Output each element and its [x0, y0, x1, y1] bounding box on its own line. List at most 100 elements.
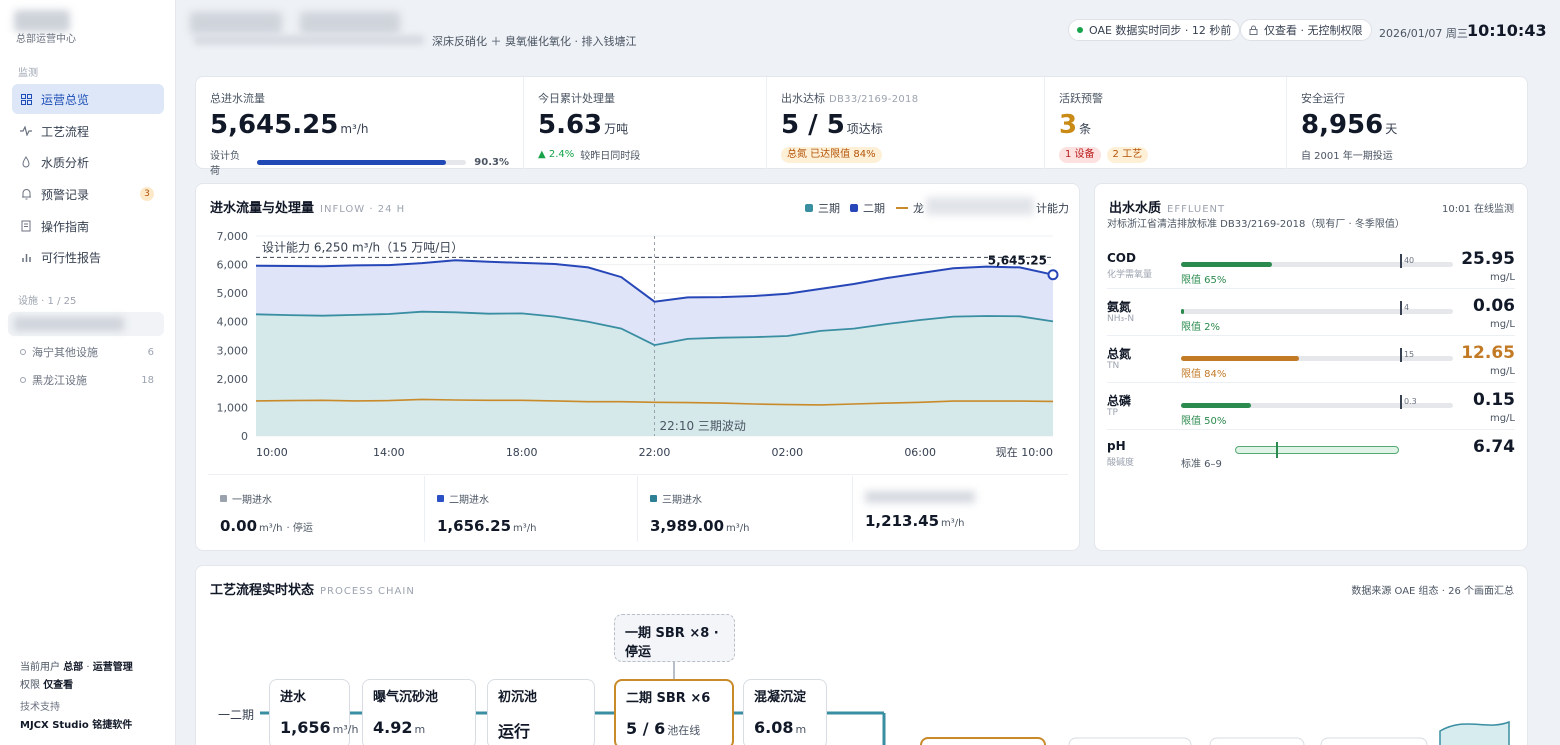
limit-pct: 限值 84%	[1181, 369, 1227, 380]
design-load-bar	[257, 159, 467, 165]
current-point	[1047, 269, 1059, 281]
facility-dot-icon	[20, 349, 26, 355]
param-value: 25.95	[1461, 249, 1515, 269]
nav-item-overview[interactable]: 运营总览	[12, 84, 164, 114]
y-tick-label: 6,000	[217, 259, 249, 272]
effluent-row-2[interactable]: 总氮 TN 15 限值 84% 12.65 mg/L	[1107, 336, 1515, 383]
nav-item-water-quality[interactable]: 水质分析	[12, 147, 164, 177]
param-name: pH	[1107, 439, 1126, 453]
effluent-row-0[interactable]: COD 化学需氧量 40 限值 65% 25.95 mg/L	[1107, 242, 1515, 289]
facility-count: 6	[147, 346, 154, 358]
facility-item-heilongjiang[interactable]: 黑龙江设施 18	[12, 368, 164, 392]
x-tick-label: 18:00	[506, 446, 538, 459]
current-user: 当前用户 总部 · 运营管理	[20, 662, 133, 673]
phase1-inflow: 一期进水 0.00 m³/h · 停运	[220, 495, 313, 535]
nav-label: 可行性报告	[41, 250, 102, 265]
ph-range-bar	[1235, 446, 1399, 454]
node-phase1-sbr[interactable]: 一期 SBR ×8 · 停运	[614, 614, 735, 662]
limit-pct: 限值 50%	[1181, 416, 1227, 427]
param-unit: mg/L	[1489, 413, 1515, 424]
facility-group-label: 设施 · 1 / 25	[18, 296, 77, 307]
y-tick-label: 7,000	[217, 230, 249, 243]
limit-value: 0.3	[1403, 397, 1417, 406]
nav-label: 运营总览	[41, 92, 90, 107]
facility-dot-icon	[20, 377, 26, 383]
effluent-subtitle: 对标浙江省清洁排放标准 DB33/2169-2018（现有厂 · 冬季限值）	[1107, 219, 1405, 230]
node-phase2-sbr[interactable]: 二期 SBR ×6 5 / 6 池在线	[614, 679, 734, 745]
lock-icon	[1249, 25, 1258, 35]
nav-label: 水质分析	[41, 155, 90, 170]
x-tick-label: 14:00	[373, 446, 405, 459]
annotation-label: 22:10 三期波动	[660, 419, 746, 433]
node-grit-chamber[interactable]: 曝气沉砂池 4.92 m	[362, 679, 476, 745]
effluent-row-1[interactable]: 氨氮 NH₃-N 4 限值 2% 0.06 mg/L	[1107, 289, 1515, 336]
x-tick-label: 02:00	[771, 446, 803, 459]
phase4-inflow: 1,213.45 m³/h	[852, 476, 1066, 542]
x-tick-label: 22:00	[639, 446, 671, 459]
param-sub: TN	[1107, 361, 1120, 371]
limit-value: 40	[1403, 256, 1415, 265]
alerts-badge: 3	[140, 187, 154, 201]
node-primary-clarifier[interactable]: 初沉池 运行	[487, 679, 595, 745]
limit-marker	[1399, 395, 1402, 409]
param-name: 总氮	[1107, 347, 1132, 361]
param-unit: mg/L	[1489, 366, 1515, 377]
process-chain-card: 工艺流程实时状态 PROCESS CHAIN 数据来源 OAE 组态 · 26 个…	[195, 565, 1528, 745]
tn-limit-tag: 总氮 已达限值 84%	[781, 147, 882, 163]
param-bar	[1181, 309, 1453, 314]
effluent-quality-card: 出水水质 EFFLUENT 对标浙江省清洁排放标准 DB33/2169-2018（…	[1094, 183, 1528, 551]
param-sub: NH₃-N	[1107, 314, 1135, 324]
ph-marker	[1276, 442, 1278, 458]
facility-subtitle	[300, 12, 400, 34]
current-value-label: 5,645.25	[988, 254, 1047, 268]
drop-icon	[20, 156, 32, 168]
facility-count: 18	[141, 374, 154, 386]
sync-status-pill: OAE 数据实时同步 · 12 秒前	[1068, 19, 1241, 41]
param-unit: mg/L	[1489, 319, 1515, 330]
effluent-row-3[interactable]: 总磷 TP 0.3 限值 50% 0.15 mg/L	[1107, 383, 1515, 430]
param-value: 0.06	[1473, 296, 1515, 316]
user-permission: 权限 仅查看	[20, 680, 74, 691]
y-tick-label: 2,000	[217, 373, 249, 386]
kpi-alerts[interactable]: 活跃预警 3条 1 设备 2 工艺	[1044, 77, 1286, 169]
nav-item-alerts[interactable]: 预警记录 3	[12, 179, 164, 209]
inflow-chart-plot: 0 1,000 2,000 3,000 4,000 5,000 6,000 7,000 10:0…	[217, 230, 1059, 459]
current-facility[interactable]	[8, 312, 164, 336]
facility-item-haining[interactable]: 海宁其他设施 6	[12, 340, 164, 364]
sidebar: 总部运营中心 监测 运营总览 工艺流程 水质分析 预警记录 3 操作指南 可行性…	[0, 0, 176, 745]
effluent-row-ph[interactable]: pH 酸碱度 标准 6–9 6.74	[1107, 430, 1515, 477]
bell-icon	[20, 188, 32, 200]
effluent-status: 10:01 在线监测	[1442, 204, 1514, 215]
nav-item-process[interactable]: 工艺流程	[12, 116, 164, 146]
x-tick-label: 10:00	[256, 446, 288, 459]
limit-marker	[1399, 348, 1402, 362]
param-sub: 酸碱度	[1107, 458, 1135, 468]
kpi-strip: 总进水流量 5,645.25 m³/h 设计负荷 90.3% 今日累计处理量 5.…	[195, 76, 1528, 177]
nav-label: 操作指南	[41, 219, 90, 234]
phase2-inflow: 二期进水 1,656.25 m³/h	[424, 476, 637, 542]
param-value: 12.65	[1461, 343, 1515, 363]
node-coagulation[interactable]: 混凝沉淀 6.08 m	[743, 679, 827, 745]
nav-item-report[interactable]: 可行性报告	[12, 242, 164, 272]
brand-logo	[14, 10, 70, 32]
limit-value: 15	[1403, 350, 1415, 359]
param-sub: TP	[1107, 408, 1118, 418]
inflow-chart-card: 进水流量与处理量 INFLOW · 24 H 三期 二期 龙 计能力 0 1,000…	[195, 183, 1080, 551]
permission-pill: 仅查看 · 无控制权限	[1240, 19, 1372, 41]
y-tick-label: 0	[241, 430, 248, 443]
nav-label: 工艺流程	[41, 124, 90, 139]
nav-group-monitor: 监测	[18, 68, 38, 79]
y-tick-label: 3,000	[217, 344, 249, 357]
nav-item-guide[interactable]: 操作指南	[12, 211, 164, 241]
phase3-inflow: 三期进水 3,989.00 m³/h	[637, 476, 852, 542]
process-alert-tag[interactable]: 2 工艺	[1106, 147, 1149, 163]
device-alert-tag[interactable]: 1 设备	[1059, 147, 1101, 163]
param-name: COD	[1107, 251, 1136, 265]
online-dot-icon	[1077, 27, 1083, 33]
node-inflow[interactable]: 进水 1,656 m³/h	[269, 679, 358, 745]
capacity-label: 设计能力 6,250 m³/h（15 万吨/日）	[262, 240, 463, 254]
y-tick-label: 4,000	[217, 316, 249, 329]
limit-marker	[1399, 301, 1402, 315]
support-label: 技术支持	[20, 702, 60, 713]
x-tick-label: 现在 10:00	[996, 446, 1053, 459]
